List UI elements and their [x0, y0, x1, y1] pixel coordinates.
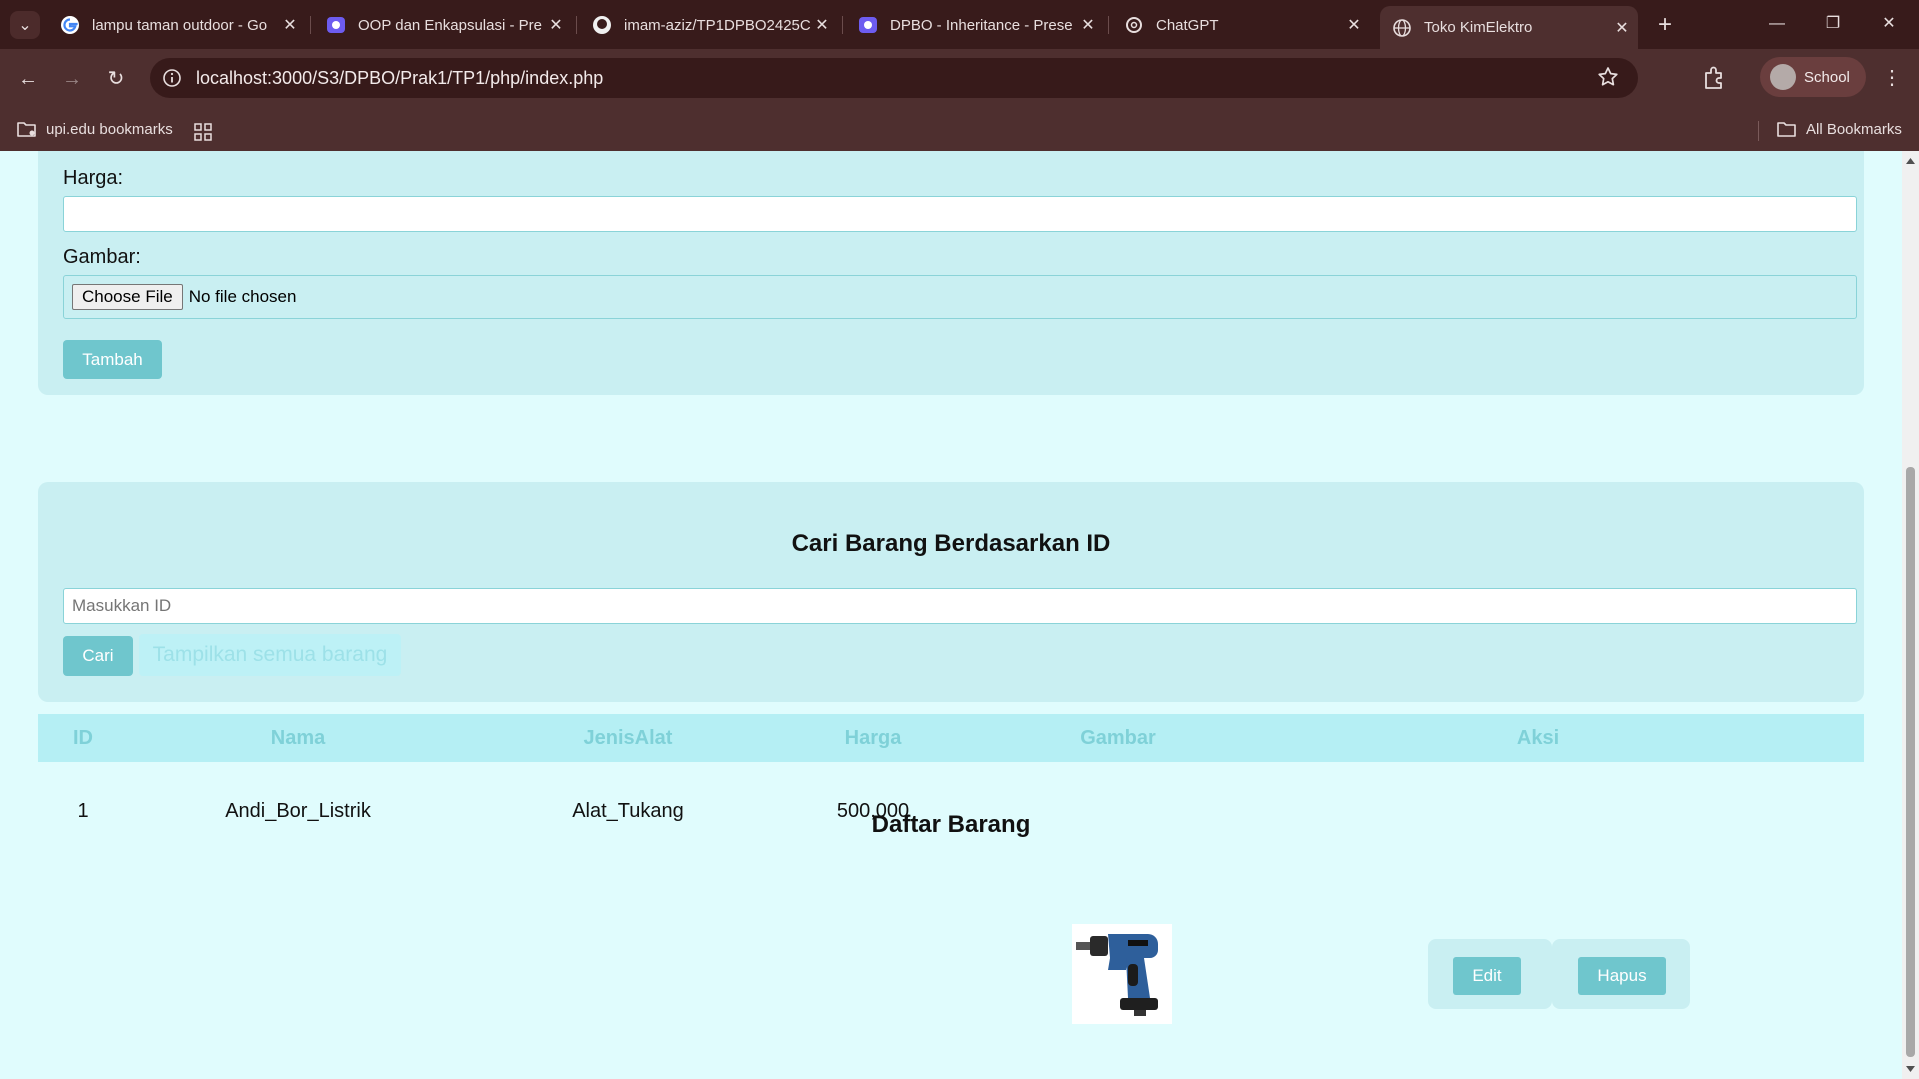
tab-lampu-taman[interactable]: lampu taman outdoor - Go ✕ [48, 8, 306, 42]
gambar-file-input[interactable]: Choose File No file chosen [63, 275, 1857, 319]
presentation-icon [859, 17, 877, 33]
minimize-icon: — [1769, 15, 1785, 32]
column-header-jenisalat: JenisAlat [583, 727, 673, 749]
cell-harga: 500,000 [836, 800, 910, 822]
search-title: Cari Barang Berdasarkan ID [791, 530, 1111, 557]
tab-github-repo[interactable]: imam-aziz/TP1DPBO2425C ✕ [580, 8, 838, 42]
power-drill-image [1072, 924, 1172, 1024]
page-scrollbar[interactable] [1902, 151, 1919, 1079]
page-viewport: Harga: Gambar: Choose File No file chose… [0, 151, 1902, 1079]
table-header: ID Nama JenisAlat Harga Gambar Aksi [38, 714, 1864, 762]
choose-file-button[interactable]: Choose File [72, 284, 183, 310]
new-tab-button[interactable]: + [1650, 10, 1680, 40]
chevron-down-icon: ⌄ [18, 17, 32, 34]
column-header-nama: Nama [270, 727, 326, 749]
tab-toko-kimelektro[interactable]: Toko KimElektro ✕ [1380, 6, 1638, 49]
bookmark-star-icon[interactable] [1596, 65, 1620, 89]
add-item-form: Harga: Gambar: Choose File No file chose… [38, 151, 1864, 395]
tab-title: lampu taman outdoor - Go [92, 16, 268, 34]
tab-divider [576, 16, 577, 34]
github-icon [593, 16, 611, 34]
browser-toolbar: ← → ↻ localhost:3000/S3/DPBO/Prak1/TP1/p… [0, 49, 1919, 109]
close-icon[interactable]: ✕ [546, 15, 566, 35]
tab-chatgpt[interactable]: ChatGPT ✕ [1112, 8, 1370, 42]
chatgpt-icon [1126, 17, 1142, 33]
search-card: Cari Barang Berdasarkan ID Cari Tampilka… [38, 482, 1864, 702]
scroll-down-icon[interactable] [1906, 1064, 1915, 1073]
close-icon[interactable]: ✕ [1612, 18, 1632, 38]
reload-button[interactable]: ↻ [100, 63, 132, 95]
tab-oop-enkapsulasi[interactable]: OOP dan Enkapsulasi - Pre ✕ [314, 8, 572, 42]
search-id-input[interactable] [63, 588, 1857, 624]
edit-cell: Edit [1428, 939, 1552, 1009]
arrow-left-icon: ← [18, 68, 38, 90]
folder-icon [1777, 122, 1796, 137]
tab-divider [1108, 16, 1109, 34]
managed-folder-icon [17, 122, 36, 137]
cell-id: 1 [77, 800, 89, 822]
arrow-right-icon: → [62, 68, 82, 90]
column-header-gambar: Gambar [1080, 727, 1156, 749]
tab-strip: ⌄ lampu taman outdoor - Go ✕ OOP dan Enk… [0, 0, 1919, 49]
scrollbar-thumb[interactable] [1906, 467, 1915, 1057]
close-icon[interactable]: ✕ [1344, 15, 1364, 35]
plus-icon: + [1657, 11, 1672, 38]
google-icon [61, 16, 79, 34]
globe-icon [1393, 18, 1411, 37]
restore-icon: ❐ [1825, 15, 1841, 32]
hapus-button[interactable]: Hapus [1578, 957, 1666, 995]
all-bookmarks-button[interactable]: All Bookmarks [1776, 119, 1902, 139]
bookmark-label: upi.edu bookmarks [46, 120, 173, 138]
edit-button[interactable]: Edit [1453, 957, 1521, 995]
column-header-id: ID [73, 727, 93, 749]
gambar-label: Gambar: [63, 246, 141, 268]
tab-title: OOP dan Enkapsulasi - Pre [358, 16, 542, 34]
cell-nama: Andi_Bor_Listrik [225, 800, 371, 822]
show-all-button[interactable]: Tampilkan semua barang [139, 634, 401, 676]
bookmark-divider [1758, 121, 1759, 141]
cell-jenisalat: Alat_Tukang [572, 800, 684, 822]
tab-title: ChatGPT [1156, 16, 1219, 34]
info-icon[interactable] [162, 68, 182, 88]
tab-divider [310, 16, 311, 34]
tab-search-button[interactable]: ⌄ [10, 11, 40, 39]
close-icon[interactable]: ✕ [812, 15, 832, 35]
scroll-up-icon[interactable] [1906, 157, 1915, 166]
hapus-cell: Hapus [1552, 939, 1690, 1009]
apps-grid-icon[interactable] [194, 123, 212, 141]
bookmark-label: All Bookmarks [1806, 120, 1902, 138]
browser-menu-button[interactable]: ⋮ [1880, 63, 1904, 93]
address-bar[interactable]: localhost:3000/S3/DPBO/Prak1/TP1/php/ind… [150, 58, 1638, 98]
restore-button[interactable]: ❐ [1810, 6, 1856, 42]
profile-button[interactable]: School [1760, 57, 1866, 97]
cari-button[interactable]: Cari [63, 636, 133, 676]
presentation-icon [327, 17, 345, 33]
minimize-button[interactable]: — [1754, 6, 1800, 42]
tambah-button[interactable]: Tambah [63, 340, 162, 379]
url-text[interactable]: localhost:3000/S3/DPBO/Prak1/TP1/php/ind… [196, 68, 603, 89]
bookmark-folder-upi[interactable]: upi.edu bookmarks [16, 119, 173, 139]
tab-title: Toko KimElektro [1424, 19, 1533, 36]
close-icon[interactable]: ✕ [280, 15, 300, 35]
close-window-button[interactable]: ✕ [1866, 6, 1912, 42]
profile-label: School [1804, 68, 1850, 86]
tab-divider [842, 16, 843, 34]
harga-input[interactable] [63, 196, 1857, 232]
bookmarks-bar: upi.edu bookmarks All Bookmarks [0, 109, 1919, 151]
tab-title: DPBO - Inheritance - Prese [890, 16, 1073, 34]
close-icon[interactable]: ✕ [1078, 15, 1098, 35]
reload-icon: ↻ [107, 68, 125, 90]
harga-label: Harga: [63, 167, 124, 189]
more-vertical-icon: ⋮ [1882, 67, 1902, 89]
column-header-harga: Harga [844, 727, 902, 749]
tab-dpbo-inheritance[interactable]: DPBO - Inheritance - Prese ✕ [846, 8, 1104, 42]
forward-button[interactable]: → [56, 63, 88, 95]
close-icon: ✕ [1882, 15, 1896, 32]
tab-title: imam-aziz/TP1DPBO2425C [624, 16, 811, 34]
extensions-icon[interactable] [1700, 64, 1728, 92]
column-header-aksi: Aksi [1516, 727, 1560, 749]
file-status-text: No file chosen [188, 287, 297, 306]
avatar [1770, 64, 1796, 90]
back-button[interactable]: ← [12, 63, 44, 95]
